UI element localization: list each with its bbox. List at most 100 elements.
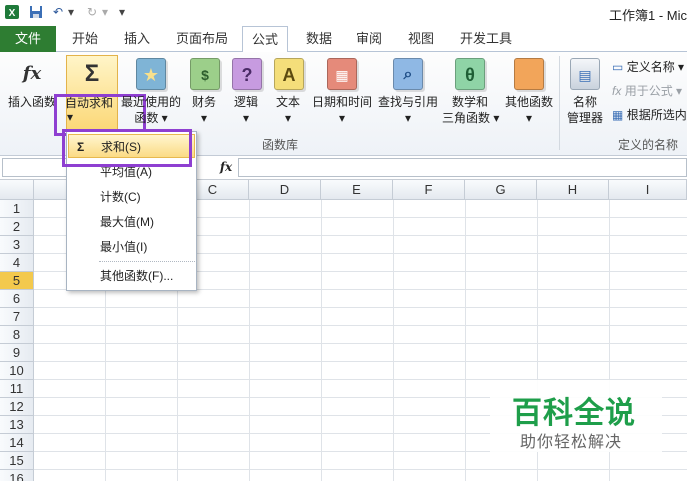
- lookup-reference-dropdown-icon: ▾: [404, 111, 412, 125]
- gridline: [393, 200, 394, 481]
- tab-formulas[interactable]: 公式: [242, 26, 288, 53]
- column-header-i[interactable]: I: [609, 180, 687, 200]
- gridline: [34, 325, 687, 326]
- define-name-label: 定义名称 ▾: [626, 60, 685, 74]
- use-in-formula-button[interactable]: fx 用于公式 ▾: [612, 82, 682, 100]
- row-header[interactable]: 6: [0, 290, 34, 308]
- financial-label: 财务: [191, 95, 216, 109]
- row-header[interactable]: 12: [0, 398, 34, 416]
- insert-function-button[interactable]: fx 插入函数: [4, 56, 60, 134]
- formula-input[interactable]: [238, 158, 687, 177]
- row-header[interactable]: 16: [0, 470, 34, 481]
- row-header[interactable]: 13: [0, 416, 34, 434]
- highlight-box-sum: [62, 129, 192, 167]
- math-trig-button[interactable]: θ 数学和 三角函数 ▾: [442, 56, 500, 134]
- column-header-e[interactable]: E: [321, 180, 393, 200]
- financial-button[interactable]: $ 财务 ▾: [186, 56, 222, 134]
- text-dropdown-icon: ▾: [284, 111, 292, 125]
- logical-dropdown-icon: ▾: [242, 111, 250, 125]
- function-fx-icon: fx: [22, 63, 42, 84]
- more-functions-button[interactable]: 其他函数 ▾: [502, 56, 556, 134]
- math-trig-label-2: 三角函数 ▾: [442, 111, 500, 125]
- logical-book-icon: ?: [232, 58, 262, 90]
- function-library-group-label: 函数库: [262, 138, 299, 152]
- menu-item-more-functions[interactable]: 其他函数(F)...: [68, 264, 195, 288]
- define-name-button[interactable]: ▭ 定义名称 ▾: [612, 58, 684, 76]
- name-manager-icon: ▤: [570, 58, 600, 90]
- column-header-g[interactable]: G: [465, 180, 537, 200]
- name-manager-label-2: 管理器: [566, 111, 603, 125]
- row-header[interactable]: 10: [0, 362, 34, 380]
- ribbon-tab-bar: 文件 开始 插入 页面布局 公式 数据 审阅 视图 开发工具: [0, 26, 687, 53]
- defined-names-group-label: 定义的名称: [618, 138, 679, 152]
- menu-item-count[interactable]: 计数(C): [68, 185, 195, 209]
- customize-quick-access-icon[interactable]: ▾: [116, 4, 128, 21]
- row-header[interactable]: 2: [0, 218, 34, 236]
- tab-insert[interactable]: 插入: [114, 26, 160, 52]
- tab-review[interactable]: 审阅: [346, 26, 392, 52]
- name-manager-label: 名称: [572, 95, 597, 109]
- column-header-d[interactable]: D: [249, 180, 321, 200]
- tab-view[interactable]: 视图: [398, 26, 444, 52]
- math-trig-label: 数学和: [451, 95, 488, 109]
- undo-dropdown-icon[interactable]: ▾: [66, 4, 76, 21]
- date-time-button[interactable]: ▦ 日期和时间 ▾: [310, 56, 374, 134]
- name-manager-button[interactable]: ▤ 名称 管理器: [562, 56, 608, 134]
- row-header[interactable]: 15: [0, 452, 34, 470]
- watermark-subtitle: 助你轻松解决: [520, 434, 623, 451]
- insert-function-fx-icon[interactable]: fx: [214, 158, 238, 177]
- menu-item-min[interactable]: 最小值(I): [68, 235, 195, 259]
- svg-text:X: X: [9, 8, 16, 19]
- redo-dropdown-icon[interactable]: ▾: [100, 4, 110, 21]
- math-book-icon: θ: [455, 58, 485, 90]
- redo-icon[interactable]: ↻: [84, 4, 100, 21]
- excel-app-icon[interactable]: X: [4, 4, 20, 21]
- save-icon[interactable]: [28, 4, 44, 21]
- row-header[interactable]: 7: [0, 308, 34, 326]
- gridline: [321, 200, 322, 481]
- row-header[interactable]: 14: [0, 434, 34, 452]
- title-bar: X ↶ ▾ ↻ ▾ ▾ 工作簿1 - Mic: [0, 0, 687, 26]
- tab-developer[interactable]: 开发工具: [452, 26, 520, 52]
- use-in-formula-label: 用于公式 ▾: [624, 84, 683, 98]
- tab-home[interactable]: 开始: [62, 26, 108, 52]
- logical-button[interactable]: ? 逻辑 ▾: [228, 56, 264, 134]
- date-time-label: 日期和时间: [311, 95, 372, 109]
- create-from-selection-label: 根据所选内: [626, 108, 687, 122]
- gridline: [34, 469, 687, 470]
- tab-file[interactable]: 文件: [0, 26, 56, 52]
- undo-icon[interactable]: ↶: [50, 4, 66, 21]
- sigma-icon: Σ: [84, 60, 100, 87]
- logical-label: 逻辑: [233, 95, 258, 109]
- column-header-f[interactable]: F: [393, 180, 465, 200]
- menu-item-max[interactable]: 最大值(M): [68, 210, 195, 234]
- row-header[interactable]: 11: [0, 380, 34, 398]
- row-header[interactable]: 9: [0, 344, 34, 362]
- use-in-formula-icon: fx: [612, 84, 622, 98]
- create-from-selection-icon: ▦: [612, 108, 624, 122]
- row-header-selected[interactable]: 5: [0, 272, 34, 290]
- tab-page-layout[interactable]: 页面布局: [168, 26, 236, 52]
- gridline: [34, 361, 687, 362]
- row-header[interactable]: 1: [0, 200, 34, 218]
- gridline: [34, 307, 687, 308]
- create-from-selection-button[interactable]: ▦ 根据所选内: [612, 106, 687, 124]
- row-header[interactable]: 3: [0, 236, 34, 254]
- row-header[interactable]: 8: [0, 326, 34, 344]
- gridline: [34, 343, 687, 344]
- row-header[interactable]: 4: [0, 254, 34, 272]
- recently-used-button[interactable]: ★ 最近使用的 函数 ▾: [120, 56, 182, 134]
- more-functions-label: 其他函数: [504, 95, 553, 109]
- text-button[interactable]: A 文本 ▾: [270, 56, 306, 134]
- lookup-reference-label: 查找与引用: [377, 95, 438, 109]
- more-functions-dropdown-icon: ▾: [525, 111, 533, 125]
- column-header-h[interactable]: H: [537, 180, 609, 200]
- magnifier-book-icon: ⌕: [393, 58, 423, 90]
- select-all-corner[interactable]: [0, 180, 34, 200]
- gridline: [249, 200, 250, 481]
- recently-used-label: 最近使用的: [120, 95, 181, 109]
- lookup-reference-button[interactable]: ⌕ 查找与引用 ▾: [376, 56, 440, 134]
- group-divider: [559, 56, 560, 150]
- tab-data[interactable]: 数据: [296, 26, 342, 52]
- text-book-icon: A: [274, 58, 304, 90]
